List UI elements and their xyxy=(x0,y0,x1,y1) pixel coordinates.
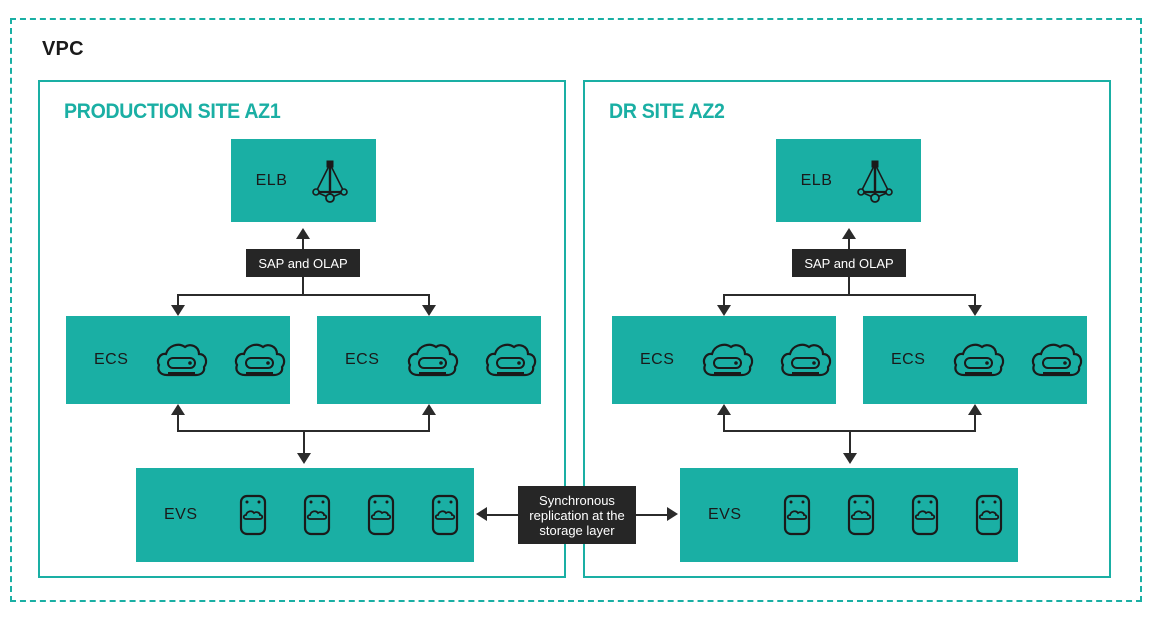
dr-evs-drop-line xyxy=(849,430,851,455)
replication-arrow-left xyxy=(476,507,487,521)
evs-disk-cloud-icon xyxy=(428,491,462,539)
dr-elb-arrow-up xyxy=(842,228,856,239)
dr-elb-box[interactable]: ELB xyxy=(776,139,921,222)
replication-label-line-3: storage layer xyxy=(539,522,615,538)
elb-pyramid-icon xyxy=(309,157,351,205)
evs-disk-cloud-icon xyxy=(364,491,398,539)
dr-evs-box[interactable]: EVS xyxy=(680,468,1018,562)
replication-arrow-right xyxy=(667,507,678,521)
production-elb-label: ELB xyxy=(255,171,288,189)
ecs-cloud-server-icon xyxy=(951,337,1007,383)
production-evs-drop-line xyxy=(303,430,305,455)
dr-ecs-label-2: ECS xyxy=(891,351,926,368)
production-ecs-box-1[interactable]: ECS xyxy=(66,316,290,404)
production-evs-label: EVS xyxy=(164,506,198,523)
ecs-icon-group-2 xyxy=(951,337,1085,383)
replication-left-line xyxy=(484,514,520,516)
dr-ecs-box-2[interactable]: ECS xyxy=(863,316,1087,404)
ecs-cloud-server-icon xyxy=(483,337,539,383)
dr-ecs-right-arrow-down xyxy=(968,305,982,316)
replication-right-line xyxy=(634,514,670,516)
dr-ecs-label-1: ECS xyxy=(640,351,675,368)
production-site-title: PRODUCTION SITE AZ1 xyxy=(64,100,281,123)
evs-disk-cloud-icon xyxy=(844,491,878,539)
production-ecs-label-2: ECS xyxy=(345,351,380,368)
dr-sap-stub-line xyxy=(848,277,850,295)
dr-ecs-right-arrow-up xyxy=(968,404,982,415)
production-evs-box[interactable]: EVS xyxy=(136,468,474,562)
evs-disk-cloud-icon xyxy=(908,491,942,539)
dr-evs-arrow-down xyxy=(843,453,857,464)
dr-evs-label: EVS xyxy=(708,506,742,523)
elb-pyramid-icon xyxy=(854,157,896,205)
dr-site-title: DR SITE AZ2 xyxy=(609,100,725,123)
production-elb-arrow-up xyxy=(296,228,310,239)
dr-ecs-box-1[interactable]: ECS xyxy=(612,316,836,404)
evs-icon-group xyxy=(780,491,1006,539)
dr-ecs-left-arrow-up xyxy=(717,404,731,415)
ecs-cloud-server-icon xyxy=(700,337,756,383)
dr-elb-label: ELB xyxy=(800,171,833,189)
evs-icon-group xyxy=(236,491,462,539)
ecs-cloud-server-icon xyxy=(232,337,288,383)
diagram-canvas: VPC PRODUCTION SITE AZ1 ELB SAP and OLAP xyxy=(0,0,1152,620)
ecs-cloud-server-icon xyxy=(778,337,834,383)
replication-label: Synchronous replication at the storage l… xyxy=(518,486,636,544)
ecs-cloud-server-icon xyxy=(1029,337,1085,383)
vpc-label: VPC xyxy=(42,38,84,60)
dr-sap-olap-label: SAP and OLAP xyxy=(792,249,906,277)
ecs-icon-group-1 xyxy=(700,337,834,383)
production-ecs-right-arrow-down xyxy=(422,305,436,316)
ecs-cloud-server-icon xyxy=(154,337,210,383)
production-ecs-box-2[interactable]: ECS xyxy=(317,316,541,404)
evs-disk-cloud-icon xyxy=(972,491,1006,539)
evs-disk-cloud-icon xyxy=(236,491,270,539)
production-top-bus-line xyxy=(177,294,429,296)
ecs-icon-group-2 xyxy=(405,337,539,383)
evs-disk-cloud-icon xyxy=(780,491,814,539)
replication-label-line-2: replication at the xyxy=(529,507,625,523)
production-evs-arrow-down xyxy=(297,453,311,464)
ecs-icon-group-1 xyxy=(154,337,288,383)
production-sap-stub-line xyxy=(302,277,304,295)
evs-disk-cloud-icon xyxy=(300,491,334,539)
production-elb-box[interactable]: ELB xyxy=(231,139,376,222)
dr-top-bus-line xyxy=(723,294,975,296)
production-ecs-right-arrow-up xyxy=(422,404,436,415)
production-ecs-label-1: ECS xyxy=(94,351,129,368)
production-sap-olap-label: SAP and OLAP xyxy=(246,249,360,277)
production-ecs-left-arrow-down xyxy=(171,305,185,316)
production-ecs-left-arrow-up xyxy=(171,404,185,415)
ecs-cloud-server-icon xyxy=(405,337,461,383)
replication-label-line-1: Synchronous xyxy=(539,492,615,508)
dr-ecs-left-arrow-down xyxy=(717,305,731,316)
